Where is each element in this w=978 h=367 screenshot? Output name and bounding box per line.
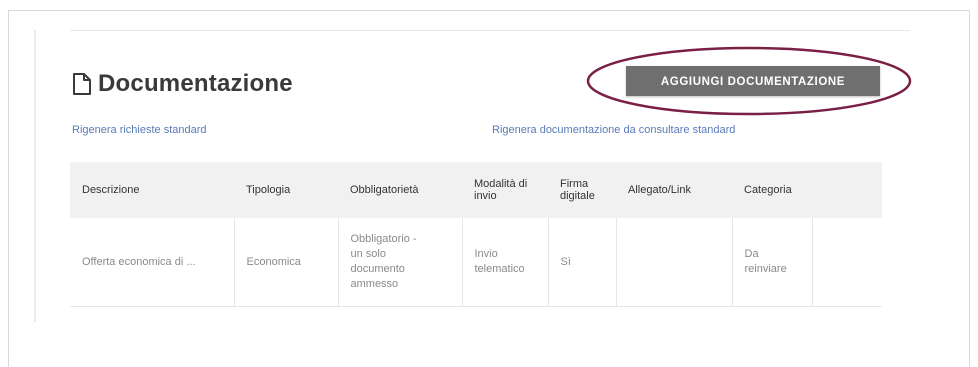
add-documentation-button[interactable]: AGGIUNGI DOCUMENTAZIONE bbox=[626, 66, 880, 96]
section-title-text: Documentazione bbox=[98, 70, 293, 97]
table-header-row: Descrizione Tipologia Obbligatorietà Mod… bbox=[70, 162, 882, 218]
regenerate-docs-link[interactable]: Rigenera documentazione da consultare st… bbox=[492, 124, 735, 136]
col-header-obbligatorieta: Obbligatorietà bbox=[338, 162, 462, 218]
cell-obbligatorieta-text: Obbligatorio - un solo documento ammesso bbox=[350, 233, 417, 290]
cell-categoria-text: Da reinviare bbox=[744, 248, 787, 275]
col-header-actions bbox=[812, 162, 882, 218]
top-divider bbox=[70, 30, 910, 31]
cell-categoria: Da reinviare bbox=[731, 218, 812, 307]
cell-modalita: Invio telematico bbox=[461, 218, 548, 307]
cell-tipologia: Economica bbox=[233, 218, 338, 307]
cell-modalita-text: Invio telematico bbox=[474, 248, 525, 275]
cell-allegato bbox=[615, 218, 732, 307]
cell-obbligatorieta: Obbligatorio - un solo documento ammesso bbox=[337, 218, 462, 307]
document-icon bbox=[72, 72, 92, 96]
cell-actions bbox=[811, 218, 882, 307]
cell-descrizione: Offerta economica di ... bbox=[82, 255, 196, 268]
col-header-descrizione: Descrizione bbox=[70, 162, 234, 218]
col-header-allegato: Allegato/Link bbox=[616, 162, 732, 218]
col-header-modalita-text: Modalità di invio bbox=[474, 178, 528, 202]
regenerate-requests-link[interactable]: Rigenera richieste standard bbox=[72, 124, 207, 136]
col-header-firma: Firma digitale bbox=[548, 162, 616, 218]
section-title: Documentazione bbox=[72, 70, 293, 98]
col-header-tipologia: Tipologia bbox=[234, 162, 338, 218]
col-header-modalita: Modalità di invio bbox=[462, 162, 548, 218]
col-header-categoria: Categoria bbox=[732, 162, 812, 218]
table-row[interactable]: Offerta economica di ... Economica Obbli… bbox=[70, 218, 882, 307]
col-header-firma-text: Firma digitale bbox=[560, 178, 595, 202]
documents-table: Descrizione Tipologia Obbligatorietà Mod… bbox=[70, 162, 882, 307]
cell-firma: Sì bbox=[547, 218, 616, 307]
left-divider bbox=[34, 30, 36, 322]
